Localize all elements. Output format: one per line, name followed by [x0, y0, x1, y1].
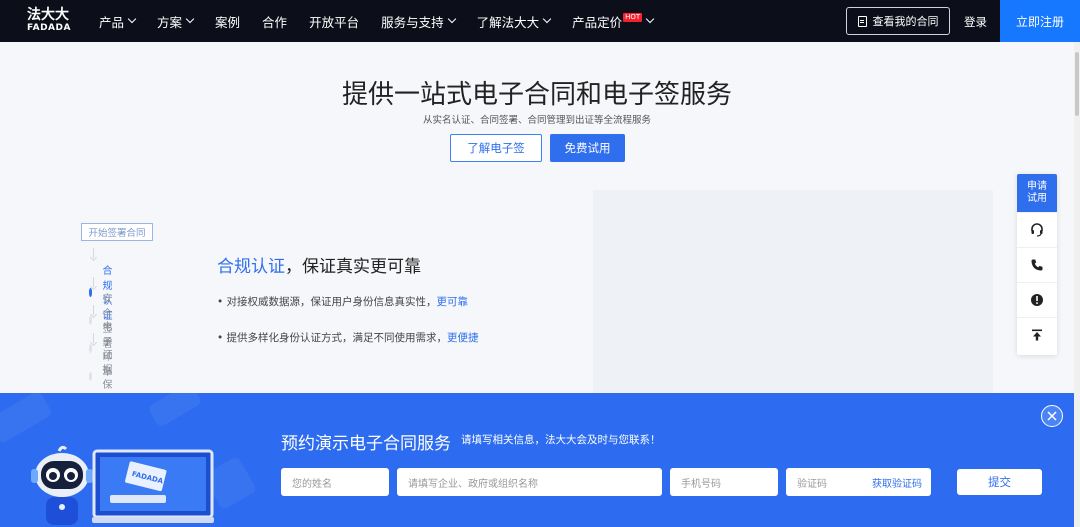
name-placeholder: 您的姓名 — [292, 478, 332, 490]
chevron-down-icon — [185, 14, 195, 24]
name-input[interactable]: 您的姓名 — [281, 468, 389, 496]
apply-trial-button[interactable]: 申请 试用 — [1017, 174, 1057, 212]
nav-item-open-platform[interactable]: 开放平台 — [309, 12, 359, 31]
feature-point: • 对接权威数据源，保证用户身份信息真实性，更可靠 — [217, 294, 468, 309]
nav-label: 合作 — [262, 14, 288, 30]
nav-item-products[interactable]: 产品 — [99, 12, 137, 31]
nav-item-pricing[interactable]: 产品定价 HOT — [572, 12, 655, 31]
headset-icon[interactable] — [1017, 212, 1057, 247]
nav-label: 了解法大大 — [476, 14, 540, 30]
floating-side-widget: 申请 试用 — [1017, 174, 1057, 355]
phone-icon[interactable] — [1017, 247, 1057, 282]
feature-title-highlight: 合规认证 — [217, 257, 285, 277]
nav-label: 服务与支持 — [381, 14, 444, 30]
hero-title: 提供一站式电子合同和电子签服务 — [341, 80, 732, 110]
banner-title: 预约演示电子合同服务 — [281, 434, 451, 454]
feature-illustration — [593, 190, 993, 393]
laptop-illustration: FADADA — [92, 449, 214, 523]
feature-title: 合规认证，保证真实更可靠 — [217, 252, 421, 277]
step-arrow-icon — [91, 277, 97, 291]
demo-booking-banner: FADADA 预约演示电子合同服务 请填写相关信息，法大大会及时与您联系！ 您的… — [0, 393, 1074, 527]
step-arrow-icon — [91, 248, 97, 262]
back-to-top-icon[interactable] — [1017, 317, 1057, 352]
top-navbar: 法大大 FADADA 产品 方案 案例 合作 开放平台 服务与支持 了解法大大 … — [0, 0, 1080, 42]
nav-item-service-support[interactable]: 服务与支持 — [381, 12, 456, 31]
submit-button[interactable]: 提交 — [957, 469, 1042, 495]
nav-item-cases[interactable]: 案例 — [215, 12, 240, 31]
logo-text-en: FADADA — [27, 23, 71, 33]
step-arrow-icon — [91, 333, 97, 347]
step-arrow-icon — [91, 305, 97, 319]
main-menu: 产品 方案 案例 合作 开放平台 服务与支持 了解法大大 产品定价 HOT — [99, 0, 675, 42]
nav-label: 产品定价 — [572, 14, 623, 30]
feature-point-link[interactable]: 更可靠 — [437, 296, 469, 308]
get-code-button[interactable]: 获取验证码 — [872, 475, 922, 490]
close-banner-button[interactable] — [1041, 405, 1063, 427]
chevron-down-icon — [542, 14, 552, 24]
code-placeholder: 验证码 — [797, 478, 827, 490]
login-link[interactable]: 登录 — [964, 14, 987, 30]
nav-label: 案例 — [215, 14, 241, 30]
apply-trial-label: 申请 试用 — [1027, 181, 1047, 204]
nav-label: 产品 — [99, 14, 125, 30]
nav-item-solutions[interactable]: 方案 — [157, 12, 195, 31]
chevron-down-icon — [127, 14, 137, 24]
chevron-down-icon — [645, 14, 655, 24]
start-signing-tag: 开始签署合同 — [81, 223, 153, 241]
nav-item-partners[interactable]: 合作 — [262, 12, 287, 31]
nav-label: 开放平台 — [309, 14, 360, 30]
phone-input[interactable]: 手机号码 — [670, 468, 778, 496]
logo-text-cn: 法大大 — [27, 7, 69, 23]
alert-icon[interactable] — [1017, 282, 1057, 317]
verification-code-input[interactable]: 验证码 获取验证码 — [786, 468, 931, 496]
organization-input[interactable]: 请填写企业、政府或组织名称 — [397, 468, 662, 496]
close-icon — [1047, 411, 1057, 421]
free-trial-button[interactable]: 免费试用 — [550, 134, 625, 162]
banner-subtitle: 请填写相关信息，法大大会及时与您联系！ — [461, 434, 661, 446]
nav-label: 方案 — [157, 14, 183, 30]
scrollbar-thumb[interactable] — [1075, 52, 1079, 116]
phone-placeholder: 手机号码 — [681, 478, 721, 490]
feature-point: • 提供多样化身份认证方式，满足不同使用需求，更便捷 — [217, 330, 479, 345]
document-icon — [857, 15, 867, 27]
learn-esign-button[interactable]: 了解电子签 — [450, 134, 542, 162]
chevron-down-icon — [447, 14, 456, 24]
feature-point-link[interactable]: 更便捷 — [447, 332, 479, 344]
contract-button-label: 查看我的合同 — [872, 15, 939, 28]
feature-point-text: • 提供多样化身份认证方式，满足不同使用需求， — [217, 332, 448, 344]
register-button[interactable]: 立即注册 — [1000, 0, 1080, 42]
view-my-contracts-button[interactable]: 查看我的合同 — [846, 7, 950, 35]
step-dot — [89, 371, 93, 381]
decor-shape — [147, 393, 203, 428]
feature-point-text: • 对接权威数据源，保证用户身份信息真实性， — [217, 296, 437, 308]
hot-badge: HOT — [623, 12, 643, 22]
nav-item-about[interactable]: 了解法大大 — [476, 12, 552, 31]
feature-title-rest: ，保证真实更可靠 — [285, 257, 421, 277]
organization-placeholder: 请填写企业、政府或组织名称 — [408, 478, 538, 490]
decor-shape — [0, 393, 53, 445]
fadada-logo[interactable]: 法大大 FADADA — [27, 8, 73, 34]
robot-mascot-icon — [31, 445, 93, 525]
hero-subtitle: 从实名认证、合同签署、合同管理到出证等全流程服务 — [422, 115, 651, 126]
